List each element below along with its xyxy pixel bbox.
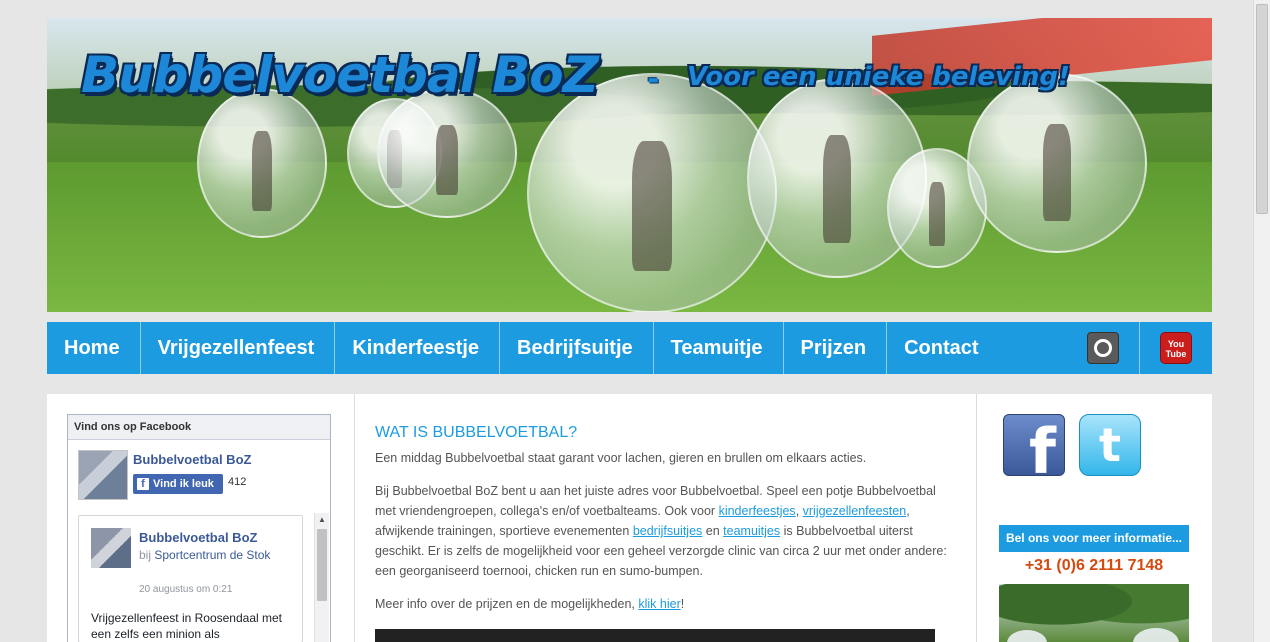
facebook-f-icon: f xyxy=(137,478,149,490)
link-bedrijfsuitjes[interactable]: bedrijfsuitjes xyxy=(633,524,702,538)
bubble-ball xyxy=(377,88,517,218)
link-klik-hier[interactable]: klik hier xyxy=(638,597,680,611)
facebook-feed-scrollbar[interactable]: ▲ xyxy=(314,513,329,642)
social-icons: f t xyxy=(1003,414,1141,476)
intro-paragraph: Een middag Bubbelvoetbal staat garant vo… xyxy=(375,451,867,465)
nav-contact[interactable]: Contact xyxy=(887,322,998,374)
page-scrollbar-thumb[interactable] xyxy=(1256,4,1268,214)
more-info-paragraph: Meer info over de prijzen en de mogelijk… xyxy=(375,597,685,611)
main-content: WAT IS BUBBELVOETBAL? Een middag Bubbelv… xyxy=(375,424,955,627)
youtube-icon[interactable]: You Tube xyxy=(1160,332,1192,364)
bubble-ball xyxy=(967,73,1147,253)
bubble-ball xyxy=(197,88,327,238)
description-paragraph: Bij Bubbelvoetbal BoZ bent u aan het jui… xyxy=(375,484,947,578)
nav-kinderfeestje[interactable]: Kinderfeestje xyxy=(335,322,501,374)
nav-prijzen[interactable]: Prijzen xyxy=(784,322,888,374)
nav-youtube-cell: You Tube xyxy=(1139,322,1212,374)
facebook-feed: Bubbelvoetbal BoZ bij Sportcentrum de St… xyxy=(78,515,303,642)
facebook-post-time[interactable]: 20 augustus om 0:21 xyxy=(139,584,232,595)
title-separator: - xyxy=(647,62,660,97)
facebook-widget-header: Vind ons op Facebook xyxy=(68,415,330,440)
site-tagline: Voor een unieke beleving! xyxy=(687,62,1070,92)
right-sidebar: f t Bel ons voor meer informatie... +31 … xyxy=(976,394,1212,642)
content-area: Vind ons op Facebook Bubbelvoetbal BoZ f… xyxy=(47,394,1212,642)
nav-bedrijfsuitje[interactable]: Bedrijfsuitje xyxy=(500,322,654,374)
embedded-video[interactable] xyxy=(375,629,935,642)
facebook-like-count: 412 xyxy=(228,476,247,488)
facebook-post-text: Vrijgezellenfeest in Roosendaal met een … xyxy=(91,611,282,641)
header-banner: Bubbelvoetbal BoZ - Voor een unieke bele… xyxy=(47,18,1212,312)
left-sidebar: Vind ons op Facebook Bubbelvoetbal BoZ f… xyxy=(47,394,355,642)
facebook-feed-scroll-thumb[interactable] xyxy=(317,529,327,601)
facebook-post-location: bij Sportcentrum de Stok xyxy=(139,547,289,563)
main-nav: Home Vrijgezellenfeest Kinderfeestje Bed… xyxy=(47,322,1212,374)
nav-vrijgezellenfeest[interactable]: Vrijgezellenfeest xyxy=(141,322,336,374)
sidebar-photo xyxy=(999,584,1189,642)
facebook-widget: Vind ons op Facebook Bubbelvoetbal BoZ f… xyxy=(67,414,331,642)
page-scrollbar[interactable] xyxy=(1253,0,1270,642)
link-kinderfeestjes[interactable]: kinderfeestjes xyxy=(719,504,796,518)
bubble-ball xyxy=(527,73,777,312)
page-heading: WAT IS BUBBELVOETBAL? xyxy=(375,424,578,441)
link-vrijgezellenfeesten[interactable]: vrijgezellenfeesten xyxy=(803,504,907,518)
phone-number[interactable]: +31 (0)6 2111 7148 xyxy=(999,557,1189,575)
facebook-post-at-prefix: bij xyxy=(139,548,152,562)
nav-photo-cell xyxy=(1066,322,1139,374)
facebook-post-avatar[interactable] xyxy=(91,528,131,568)
site-title[interactable]: Bubbelvoetbal BoZ xyxy=(81,46,599,104)
call-us-banner: Bel ons voor meer informatie... xyxy=(999,525,1189,552)
facebook-like-label: Vind ik leuk xyxy=(153,478,214,490)
facebook-post-location-link[interactable]: Sportcentrum de Stok xyxy=(154,548,270,562)
facebook-page-name[interactable]: Bubbelvoetbal BoZ xyxy=(133,452,251,467)
nav-teamuitje[interactable]: Teamuitje xyxy=(654,322,784,374)
nav-home[interactable]: Home xyxy=(47,322,141,374)
facebook-page-thumbnail[interactable] xyxy=(78,450,128,500)
facebook-like-button[interactable]: f Vind ik leuk xyxy=(133,474,223,494)
scroll-up-arrow-icon[interactable]: ▲ xyxy=(315,513,329,527)
link-teamuitjes[interactable]: teamuitjes xyxy=(723,524,780,538)
facebook-icon[interactable]: f xyxy=(1003,414,1065,476)
photo-gallery-icon[interactable] xyxy=(1086,332,1119,364)
facebook-post-author[interactable]: Bubbelvoetbal BoZ xyxy=(139,530,257,545)
twitter-icon[interactable]: t xyxy=(1079,414,1141,476)
